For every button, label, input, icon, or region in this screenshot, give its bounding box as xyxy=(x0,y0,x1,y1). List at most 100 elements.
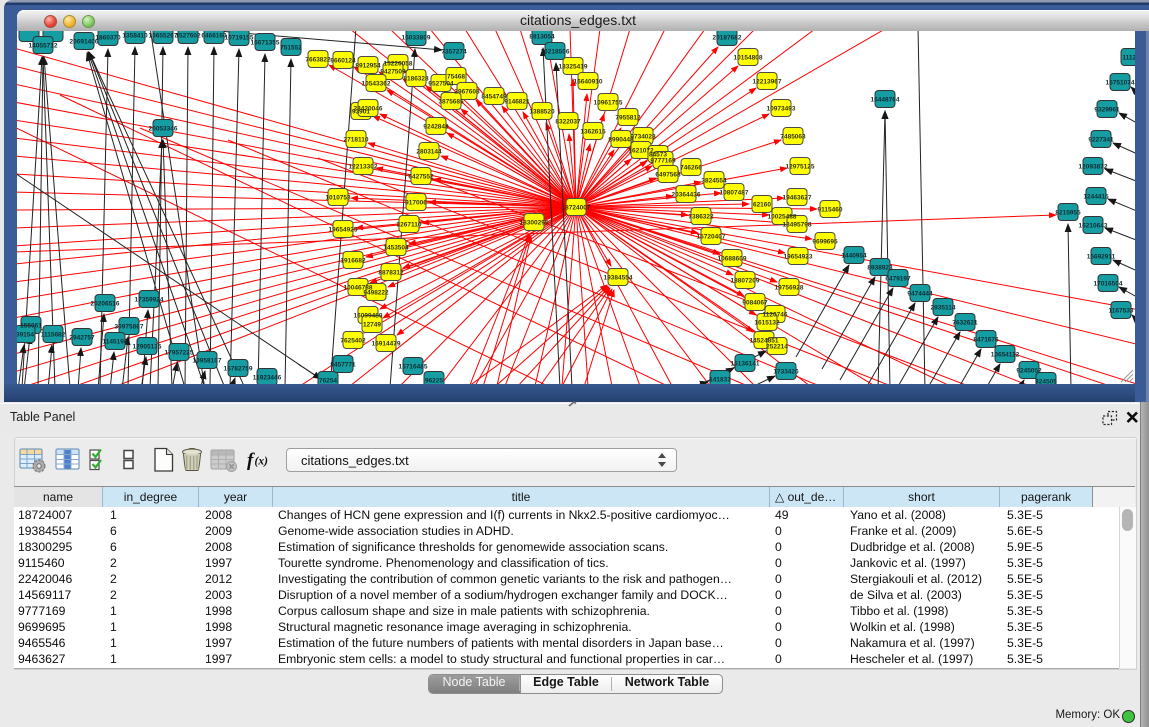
svg-text:9146821: 9146821 xyxy=(504,99,530,106)
svg-text:2935114: 2935114 xyxy=(931,305,956,312)
svg-text:7663822: 7663822 xyxy=(305,57,331,64)
svg-text:1860370: 1860370 xyxy=(95,35,121,42)
svg-text:8454749: 8454749 xyxy=(481,94,507,101)
svg-text:10154808: 10154808 xyxy=(734,55,763,62)
svg-text:12905135: 12905135 xyxy=(133,344,162,351)
svg-text:6427552: 6427552 xyxy=(408,174,434,181)
svg-text:19463627: 19463627 xyxy=(783,195,812,202)
svg-text:16448764: 16448764 xyxy=(871,97,900,104)
svg-text:39154: 39154 xyxy=(17,332,34,339)
svg-text:10719155: 10719155 xyxy=(225,35,254,42)
svg-text:9084067: 9084067 xyxy=(742,300,768,307)
svg-text:16914479: 16914479 xyxy=(372,341,401,348)
svg-text:16782759: 16782759 xyxy=(224,366,253,373)
svg-text:10807487: 10807487 xyxy=(720,190,749,197)
svg-text:7625402: 7625402 xyxy=(340,338,366,345)
svg-text:1167533: 1167533 xyxy=(1109,308,1134,315)
svg-text:141833: 141833 xyxy=(709,377,731,384)
svg-text:75468: 75468 xyxy=(447,74,465,81)
svg-text:2718110: 2718110 xyxy=(344,137,369,144)
svg-text:11123: 11123 xyxy=(1122,55,1135,62)
svg-text:16099489: 16099489 xyxy=(354,313,383,320)
svg-text:12749: 12749 xyxy=(363,322,381,329)
svg-text:9474444: 9474444 xyxy=(907,291,933,298)
svg-text:155061: 155061 xyxy=(20,323,42,330)
svg-text:10961755: 10961755 xyxy=(594,100,623,107)
svg-text:2803144: 2803144 xyxy=(416,149,442,156)
svg-text:19384554: 19384554 xyxy=(604,275,633,282)
svg-text:1120746: 1120746 xyxy=(763,312,788,319)
svg-text:1388520: 1388520 xyxy=(529,109,555,116)
svg-text:1453504: 1453504 xyxy=(383,245,409,252)
svg-text:10973493: 10973493 xyxy=(767,106,796,113)
svg-text:252214: 252214 xyxy=(766,344,788,351)
svg-text:3267110: 3267110 xyxy=(397,222,422,229)
svg-text:9777169: 9777169 xyxy=(650,158,676,165)
svg-text:15692911: 15692911 xyxy=(1087,254,1116,261)
svg-text:19654925: 19654925 xyxy=(329,227,358,234)
svg-text:16640910: 16640910 xyxy=(574,79,603,86)
svg-text:8471676: 8471676 xyxy=(973,337,999,344)
svg-text:9242848: 9242848 xyxy=(423,124,449,131)
svg-text:17359924: 17359924 xyxy=(135,297,164,304)
svg-text:1145194: 1145194 xyxy=(103,339,128,346)
svg-text:9660124: 9660124 xyxy=(330,58,356,65)
svg-text:15136141: 15136141 xyxy=(731,361,760,368)
svg-text:12093872: 12093872 xyxy=(1079,164,1108,171)
svg-text:1358410: 1358410 xyxy=(122,33,148,40)
svg-text:13495798: 13495798 xyxy=(783,222,812,229)
svg-text:8912954: 8912954 xyxy=(355,63,381,70)
svg-text:6497568: 6497568 xyxy=(655,172,681,179)
svg-text:14055712: 14055712 xyxy=(29,43,58,50)
svg-text:10654112: 10654112 xyxy=(991,352,1020,359)
svg-text:7357274: 7357274 xyxy=(441,49,467,56)
svg-text:20187682: 20187682 xyxy=(713,35,742,42)
svg-text:1010753: 1010753 xyxy=(325,195,351,202)
svg-text:9527504: 9527504 xyxy=(428,81,454,88)
svg-text:1615132: 1615132 xyxy=(754,320,780,327)
svg-text:9245052: 9245052 xyxy=(1016,368,1042,375)
svg-text:2967608: 2967608 xyxy=(454,89,480,96)
svg-text:15716485: 15716485 xyxy=(399,364,428,371)
svg-text:9699695: 9699695 xyxy=(812,239,838,246)
svg-text:7955812: 7955812 xyxy=(615,115,641,122)
svg-text:10543362: 10543362 xyxy=(362,81,391,88)
svg-text:12975125: 12975125 xyxy=(786,164,815,171)
svg-text:9329961: 9329961 xyxy=(1094,107,1120,114)
svg-text:8322037: 8322037 xyxy=(555,119,581,126)
svg-text:20206516: 20206516 xyxy=(91,301,120,308)
svg-text:11923446: 11923446 xyxy=(253,375,282,382)
svg-text:10688609: 10688609 xyxy=(718,256,747,263)
svg-text:7485063: 7485063 xyxy=(780,134,806,141)
svg-text:9457771: 9457771 xyxy=(330,362,356,369)
svg-text:96225: 96225 xyxy=(425,378,443,385)
svg-text:16033809: 16033809 xyxy=(402,35,431,42)
svg-text:2942757: 2942757 xyxy=(69,335,95,342)
svg-text:76254: 76254 xyxy=(319,378,337,385)
svg-text:1916682: 1916682 xyxy=(340,258,366,265)
svg-text:7386322: 7386322 xyxy=(688,214,714,221)
svg-text:17016504: 17016504 xyxy=(1094,281,1123,288)
svg-text:62160: 62160 xyxy=(753,202,771,209)
svg-text:917006: 917006 xyxy=(405,200,427,207)
svg-text:20364436: 20364436 xyxy=(672,192,701,199)
svg-text:1362615: 1362615 xyxy=(580,129,606,136)
svg-text:6466160: 6466160 xyxy=(201,33,227,40)
svg-text:10655267: 10655267 xyxy=(149,33,178,40)
svg-text:8215955: 8215955 xyxy=(1055,210,1081,217)
svg-text:924505: 924505 xyxy=(1035,379,1057,385)
svg-text:8186328: 8186328 xyxy=(403,76,429,83)
svg-text:19756928: 19756928 xyxy=(775,285,804,292)
svg-text:8813054: 8813054 xyxy=(529,34,555,41)
svg-text:12213967: 12213967 xyxy=(753,79,782,86)
svg-text:18300295: 18300295 xyxy=(520,220,549,227)
svg-text:9427509: 9427509 xyxy=(380,69,406,76)
svg-text:20053346: 20053346 xyxy=(149,126,178,133)
svg-text:10025488: 10025488 xyxy=(768,214,797,221)
svg-text:12213302: 12213302 xyxy=(349,164,378,171)
svg-text:18724007: 18724007 xyxy=(562,205,591,212)
svg-text:9734028: 9734028 xyxy=(630,134,656,141)
svg-text:3875685: 3875685 xyxy=(438,99,464,106)
svg-text:9115460: 9115460 xyxy=(818,207,843,214)
svg-text:1733426: 1733426 xyxy=(773,369,799,376)
